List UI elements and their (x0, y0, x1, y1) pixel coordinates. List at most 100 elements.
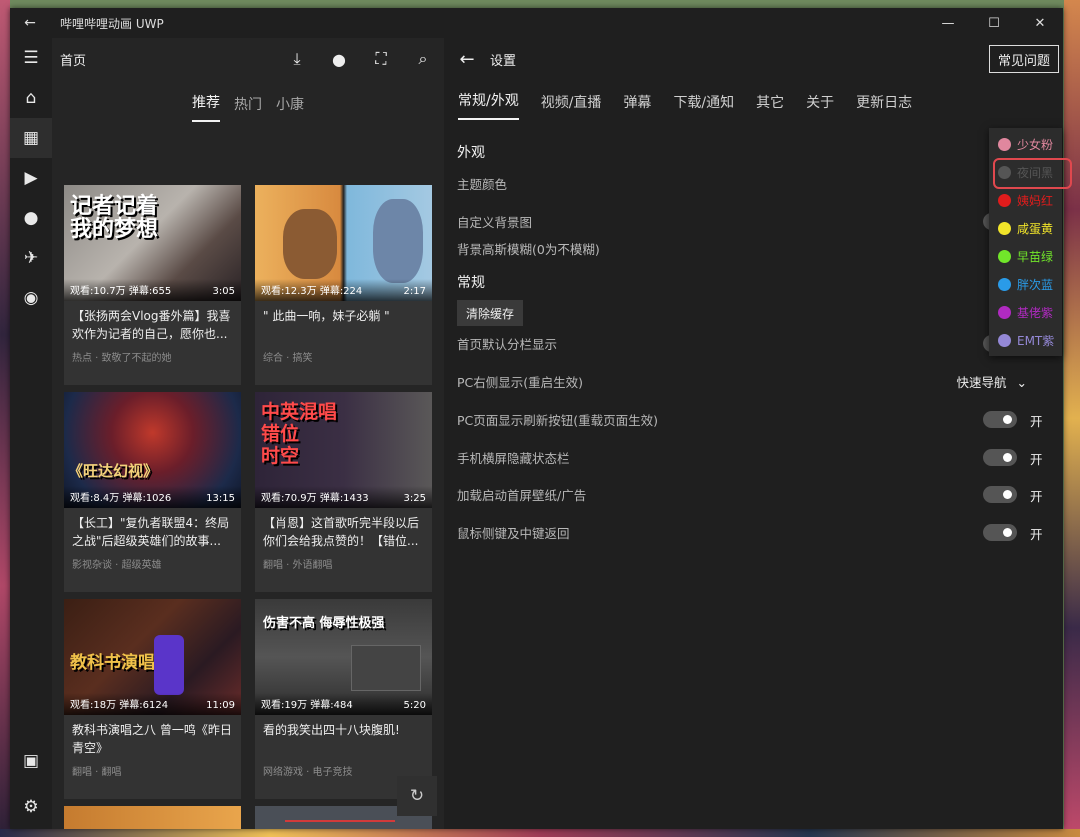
tab-danmaku[interactable]: 弹幕 (623, 92, 651, 120)
toggle-knob (1003, 453, 1012, 462)
video-duration: 3:05 (212, 286, 235, 297)
clear-cache-button[interactable]: 清除缓存 (457, 300, 524, 326)
theme-color-option[interactable]: 咸蛋黄 (989, 214, 1062, 242)
desktop-wallpaper-bottom (0, 829, 1080, 837)
window-controls: — ☐ ✕ (925, 8, 1063, 38)
setting-pc-right: PC右侧显示(重启生效) 快速导航 ⌄ (457, 372, 1047, 392)
theme-color-option[interactable]: EMT紫 (989, 326, 1062, 354)
tab-recommend[interactable]: 推荐 (192, 92, 220, 122)
video-views: 观看:70.9万 弹幕:1433 (261, 493, 369, 504)
video-camera-icon[interactable]: ▶ (10, 158, 52, 198)
video-views: 观看:18万 弹幕:6124 (70, 700, 169, 711)
singer-figure (154, 635, 184, 695)
window-title: 哔哩哔哩动画 UWP (60, 16, 164, 31)
setting-toggle[interactable]: 开 (983, 484, 1047, 504)
toggle-knob (1003, 490, 1012, 499)
tab-other[interactable]: 其它 (756, 92, 784, 120)
pc-right-dropdown[interactable]: 快速导航 ⌄ (957, 372, 1027, 391)
color-name: 胖次蓝 (1017, 277, 1054, 292)
setting-theme-color: 主题颜色 (457, 174, 1047, 194)
video-card[interactable]: 伤害不高 侮辱性极强 观看:19万 弹幕:484 5:20 看的我笑出四十八块腹… (255, 599, 432, 799)
video-card[interactable]: 教科书演唱之 观看:18万 弹幕:6124 11:09 教科书演唱之八 曾一鸣《… (64, 599, 241, 799)
compass-icon[interactable]: ◉ (10, 278, 52, 318)
refresh-icon[interactable]: ↻ (397, 776, 437, 816)
video-title: 【长工】"复仇者联盟4：终局之战"后超级英雄们的故事... (72, 516, 230, 548)
home-pane: 首页 ⤓ ● ⛶ ⌕ 推荐 热门 小康 记者记着 我的梦想 观看:10.7万 弹… (52, 38, 486, 829)
settings-back-icon[interactable]: ← (444, 49, 490, 70)
theme-color-option[interactable]: 姨妈红 (989, 186, 1062, 214)
video-thumbnail: 《旺达幻视》 观看:8.4万 弹幕:1026 13:15 (64, 392, 241, 508)
dashboard-icon[interactable]: ▦ (10, 118, 52, 158)
setting-label: 首页默认分栏显示 (457, 337, 558, 352)
tab-xiaokang[interactable]: 小康 (276, 94, 304, 122)
video-duration: 5:20 (403, 700, 426, 711)
theme-color-option[interactable]: 早苗绿 (989, 242, 1062, 270)
thumbnail-text: 中英混唱 错位 时空 (261, 401, 338, 467)
tab-video-live[interactable]: 视频/直播 (541, 92, 602, 120)
video-thumbnail: 中英混唱 错位 时空 观看:70.9万 弹幕:1433 3:25 (255, 392, 432, 508)
search-icon[interactable]: ⌕ (402, 49, 444, 69)
settings-pane: ← 设置 常见问题 常规/外观 视频/直播 弹幕 下载/通知 其它 关于 更新日… (444, 38, 1063, 829)
close-button[interactable]: ✕ (1017, 8, 1063, 38)
selection-highlight (993, 158, 1072, 189)
video-duration: 3:25 (403, 493, 426, 504)
home-toolbar: ⤓ ● ⛶ ⌕ (276, 38, 444, 80)
setting-toggle[interactable]: 开 (983, 409, 1047, 429)
setting-toggle[interactable]: 开 (983, 522, 1047, 542)
theme-color-option[interactable]: 基佬紫 (989, 298, 1062, 326)
setting-row: 鼠标侧键及中键返回 开 (457, 523, 1047, 543)
video-tag: 综合 · 搞笑 (263, 353, 313, 364)
home-icon[interactable]: ⌂ (10, 78, 52, 118)
video-card[interactable]: 中英混唱 错位 时空 观看:70.9万 弹幕:1433 3:25 【肖恩】这首歌… (255, 392, 432, 592)
dropdown-value: 快速导航 (956, 375, 1007, 390)
video-stats: 观看:18万 弹幕:6124 11:09 (64, 693, 241, 715)
setting-toggle[interactable]: 开 (983, 447, 1047, 467)
scan-icon[interactable]: ⛶ (360, 49, 402, 69)
tab-about[interactable]: 关于 (806, 92, 834, 120)
video-tag: 翻唱 · 外语翻唱 (263, 560, 333, 571)
video-duration: 13:15 (206, 493, 235, 504)
back-arrow-icon[interactable]: ← (10, 8, 50, 38)
theme-color-option[interactable]: 少女粉 (989, 130, 1062, 158)
tab-general-appearance[interactable]: 常规/外观 (458, 90, 519, 120)
tab-download-notify[interactable]: 下载/通知 (673, 92, 734, 120)
theme-color-option[interactable]: 胖次蓝 (989, 270, 1062, 298)
setting-label: 加载启动首屏壁纸/广告 (457, 488, 587, 503)
setting-custom-background: 自定义背景图 (457, 212, 1047, 232)
setting-label: 背景高斯模糊(0为不模糊) (457, 242, 600, 257)
faq-button[interactable]: 常见问题 (988, 45, 1059, 73)
app-window: ← 哔哩哔哩动画 UWP — ☐ ✕ ☰ ⌂ ▦ ▶ ● ✈ ◉ ▣ ⚙ 首页 … (10, 8, 1063, 829)
color-name: 早苗绿 (1017, 249, 1054, 264)
video-card[interactable]: 《旺达幻视》 观看:8.4万 弹幕:1026 13:15 【长工】"复仇者联盟4… (64, 392, 241, 592)
tv-icon[interactable]: ▣ (10, 741, 52, 781)
video-tag: 翻唱 · 翻唱 (72, 767, 122, 778)
user-icon[interactable]: ● (318, 50, 360, 69)
thumbnail-text: 《旺达幻视》 (68, 462, 159, 480)
video-card[interactable]: 记者记着 我的梦想 观看:10.7万 弹幕:655 3:05 【张扬两会Vlog… (64, 185, 241, 385)
setting-home-split: 首页默认分栏显示 (457, 334, 1047, 354)
toggle-state: 开 (1030, 452, 1043, 467)
settings-gear-icon[interactable]: ⚙ (10, 787, 52, 827)
video-card-partial[interactable] (64, 806, 241, 829)
tab-hot[interactable]: 热门 (234, 94, 262, 122)
bear-icon[interactable]: ● (10, 198, 52, 238)
minimize-button[interactable]: — (925, 8, 971, 38)
video-thumbnail: 记者记着 我的梦想 观看:10.7万 弹幕:655 3:05 (64, 185, 241, 301)
video-thumbnail: 教科书演唱之 观看:18万 弹幕:6124 11:09 (64, 599, 241, 715)
video-duration: 11:09 (206, 700, 235, 711)
video-card[interactable]: 观看:12.3万 弹幕:224 2:17 " 此曲一响，妹子必躺 " 综合 · … (255, 185, 432, 385)
video-title: " 此曲一响，妹子必躺 " (263, 309, 390, 323)
video-stats: 观看:19万 弹幕:484 5:20 (255, 693, 432, 715)
maximize-button[interactable]: ☐ (971, 8, 1017, 38)
section-general: 常规 (457, 275, 485, 291)
home-title: 首页 (60, 53, 87, 69)
setting-row: 加载启动首屏壁纸/广告 开 (457, 485, 1047, 505)
hamburger-menu-icon[interactable]: ☰ (10, 38, 52, 78)
tab-changelog[interactable]: 更新日志 (856, 92, 912, 120)
toggle-state: 开 (1030, 527, 1043, 542)
nav-rail: ☰ ⌂ ▦ ▶ ● ✈ ◉ ▣ ⚙ (10, 38, 52, 829)
color-swatch (998, 333, 1011, 347)
download-icon[interactable]: ⤓ (276, 49, 318, 69)
rocket-icon[interactable]: ✈ (10, 238, 52, 278)
video-views: 观看:12.3万 弹幕:224 (261, 286, 363, 297)
